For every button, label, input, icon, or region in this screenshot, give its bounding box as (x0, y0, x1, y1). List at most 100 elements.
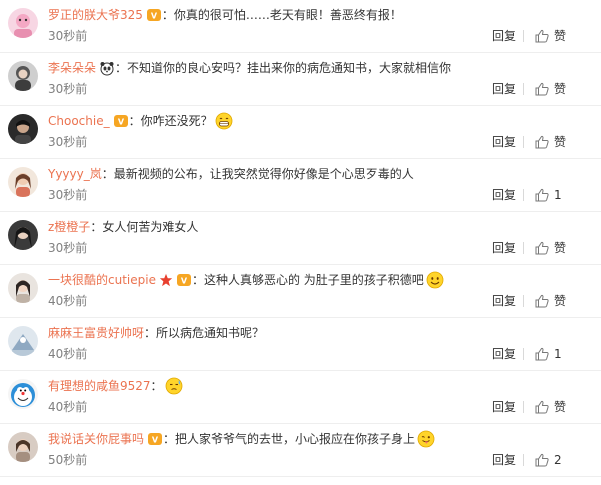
action-divider (523, 189, 524, 201)
comment-line: 有理想的咸鱼9527： (48, 375, 595, 397)
panda-badge-icon[interactable] (99, 60, 115, 76)
comment-row: 我说话关你屁事吗 V ：把人家爷爷气的去世，小心报应在你孩子身上 50秒前 回复 2 (0, 424, 601, 477)
comment-row: 李朵朵朵 ：不知道你的良心安吗？挂出来你的病危通知书，大家就相信你 30秒前 回复 赞 (0, 53, 601, 106)
comment-list: 罗正的朕大爷325 V：你真的很可怕……老天有眼！善恶终有报！ 30秒前 回复赞李朵朵… (0, 0, 601, 485)
username-link[interactable]: z橙橙子 (48, 216, 90, 238)
colon-separator: ： (191, 273, 204, 287)
thumbs-up-icon (534, 81, 550, 97)
thumbs-up-icon (534, 187, 550, 203)
thumbs-up-icon (534, 293, 550, 309)
svg-text:V: V (181, 277, 188, 286)
thumbs-up-icon (534, 240, 550, 256)
comment-text: 你咋还没死？ (140, 114, 213, 128)
like-button[interactable]: 赞 (534, 132, 566, 152)
timestamp: 30秒前 (48, 29, 88, 43)
comment-line: Choochie_ V ：你咋还没死？ (48, 110, 595, 132)
like-button[interactable]: 2 (534, 450, 562, 470)
vip-badge-icon[interactable]: V (113, 113, 129, 129)
comment-text: 不知道你的良心安吗？挂出来你的病危通知书，大家就相信你 (127, 61, 452, 75)
action-divider (523, 30, 524, 42)
username-link[interactable]: 麻麻王富贵好帅呀 (48, 322, 144, 344)
vip-badge-icon[interactable]: V (146, 7, 162, 23)
username-link[interactable]: 有理想的咸鱼9527 (48, 375, 151, 397)
action-divider (523, 136, 524, 148)
comment-text: 女人何苦为难女人 (102, 220, 199, 234)
grin-emoji-icon (215, 112, 233, 130)
reply-button[interactable]: 回复 (492, 186, 516, 204)
reply-button[interactable]: 回复 (492, 239, 516, 257)
comment-text: 所以病危通知书呢？ (156, 326, 265, 340)
colon-separator: ： (161, 8, 174, 22)
timestamp: 40秒前 (48, 400, 88, 414)
reply-button[interactable]: 回复 (492, 451, 516, 469)
colon-separator: ： (150, 379, 163, 393)
username-link[interactable]: Yyyyy_岚 (48, 163, 102, 185)
avatar[interactable] (8, 432, 38, 462)
colon-separator: ： (163, 432, 176, 446)
comment-line: 我说话关你屁事吗 V ：把人家爷爷气的去世，小心报应在你孩子身上 (48, 428, 595, 450)
thumbs-up-icon (534, 28, 550, 44)
username-link[interactable]: 一块很酷的cutiepie (48, 269, 156, 291)
star-badge-icon[interactable] (159, 273, 173, 287)
comment-row: Choochie_ V ：你咋还没死？ 30秒前 回复 赞 (0, 106, 601, 159)
like-button[interactable]: 1 (534, 185, 562, 205)
action-divider (523, 348, 524, 360)
reply-button[interactable]: 回复 (492, 345, 516, 363)
thumbs-up-icon (534, 452, 550, 468)
comment-line: 麻麻王富贵好帅呀：所以病危通知书呢？ (48, 322, 595, 344)
username-link[interactable]: 罗正的朕大爷325 (48, 4, 143, 26)
like-button[interactable]: 赞 (534, 397, 566, 417)
like-count: 1 (554, 347, 562, 361)
avatar[interactable] (8, 379, 38, 409)
username-link[interactable]: 我说话关你屁事吗 (48, 428, 144, 450)
like-button[interactable]: 赞 (534, 291, 566, 311)
timestamp: 30秒前 (48, 241, 88, 255)
timestamp: 40秒前 (48, 294, 88, 308)
like-count: 赞 (554, 400, 567, 414)
comment-line: 一块很酷的cutiepie V：这种人真够恶心的 为肚子里的孩子积德吧 (48, 269, 595, 291)
tongue-emoji-icon (417, 430, 435, 448)
avatar[interactable] (8, 220, 38, 250)
comment-text: 把人家爷爷气的去世，小心报应在你孩子身上 (175, 432, 416, 446)
reply-button[interactable]: 回复 (492, 27, 516, 45)
thumbs-up-icon (534, 346, 550, 362)
thumbs-up-icon (534, 399, 550, 415)
avatar[interactable] (8, 326, 38, 356)
timestamp: 40秒前 (48, 347, 88, 361)
avatar[interactable] (8, 273, 38, 303)
reply-button[interactable]: 回复 (492, 80, 516, 98)
svg-text:V: V (117, 118, 124, 127)
sweat-emoji-icon (165, 377, 183, 395)
vip-badge-icon[interactable]: V (147, 431, 163, 447)
reply-button[interactable]: 回复 (492, 398, 516, 416)
username-link[interactable]: 李朵朵朵 (48, 57, 96, 79)
like-button[interactable]: 赞 (534, 79, 566, 99)
like-count: 赞 (554, 29, 567, 43)
timestamp: 30秒前 (48, 135, 88, 149)
comment-row: 麻麻王富贵好帅呀：所以病危通知书呢？ 40秒前 回复 1 (0, 318, 601, 371)
comment-line: 罗正的朕大爷325 V：你真的很可怕……老天有眼！善恶终有报！ (48, 4, 595, 26)
action-divider (523, 401, 524, 413)
smile-emoji-icon (426, 271, 444, 289)
colon-separator: ： (115, 61, 128, 75)
like-count: 2 (554, 453, 562, 467)
avatar[interactable] (8, 167, 38, 197)
avatar[interactable] (8, 8, 38, 38)
like-button[interactable]: 赞 (534, 26, 566, 46)
reply-button[interactable]: 回复 (492, 292, 516, 310)
comment-row: z橙橙子：女人何苦为难女人 30秒前 回复 赞 (0, 212, 601, 265)
like-button[interactable]: 赞 (534, 238, 566, 258)
timestamp: 30秒前 (48, 82, 88, 96)
like-button[interactable]: 1 (534, 344, 562, 364)
timestamp: 50秒前 (48, 453, 88, 467)
reply-button[interactable]: 回复 (492, 133, 516, 151)
vip-badge-icon[interactable]: V (176, 272, 192, 288)
timestamp: 30秒前 (48, 188, 88, 202)
avatar[interactable] (8, 61, 38, 91)
colon-separator: ： (101, 167, 114, 181)
username-link[interactable]: Choochie_ (48, 110, 110, 132)
avatar[interactable] (8, 114, 38, 144)
action-divider (523, 454, 524, 466)
comment-line: Yyyyy_岚：最新视频的公布，让我突然觉得你好像是个心思歹毒的人 (48, 163, 595, 185)
comment-row: Yyyyy_岚：最新视频的公布，让我突然觉得你好像是个心思歹毒的人 30秒前 回复 1 (0, 159, 601, 212)
